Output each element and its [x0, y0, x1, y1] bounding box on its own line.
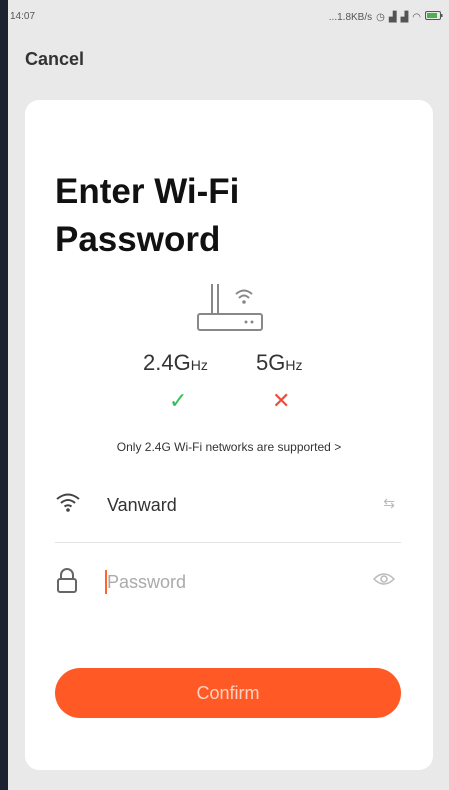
wifi-status-icon: ◠ — [412, 11, 421, 23]
password-placeholder: Password — [107, 572, 187, 592]
status-icons: ...1.8KB/s ◷ ▟ ▟ ◠ — [329, 11, 443, 23]
check-icon: ✓ — [169, 388, 188, 413]
confirm-button[interactable]: Confirm — [55, 668, 401, 718]
status-time: 14:07 — [10, 11, 36, 22]
lock-icon — [55, 568, 79, 599]
password-field[interactable]: Password — [55, 562, 401, 602]
battery-icon — [425, 11, 443, 23]
signal-icon: ▟ — [388, 11, 397, 23]
app-screen: 14:07 ...1.8KB/s ◷ ▟ ▟ ◠ Cancel Enter Wi… — [8, 0, 449, 790]
switch-network-icon[interactable]: ⇆ — [383, 495, 395, 512]
ssid-value: Vanward — [107, 495, 177, 515]
status-bar: 14:07 ...1.8KB/s ◷ ▟ ▟ ◠ — [8, 0, 449, 34]
freq-24ghz: 2.4GHz — [143, 350, 208, 375]
cross-icon: ✕ — [272, 388, 291, 413]
divider — [55, 542, 401, 543]
ssid-field[interactable]: Vanward ⇆ — [55, 485, 401, 525]
network-speed: ...1.8KB/s — [328, 11, 373, 23]
router-icon — [190, 280, 270, 341]
alarm-icon: ◷ — [376, 11, 385, 23]
cancel-button[interactable]: Cancel — [25, 49, 84, 70]
supported-networks-link[interactable]: Only 2.4G Wi-Fi networks are supported > — [25, 440, 433, 454]
signal-icon: ▟ — [400, 11, 409, 23]
wifi-card: Enter Wi-Fi Password 2.4GHz 5GHz ✓ ✕ Onl… — [25, 100, 433, 770]
wifi-icon — [55, 491, 81, 518]
eye-icon[interactable] — [372, 572, 396, 589]
freq-5ghz: 5GHz — [256, 350, 303, 375]
page-title: Enter Wi-Fi Password — [55, 172, 240, 259]
